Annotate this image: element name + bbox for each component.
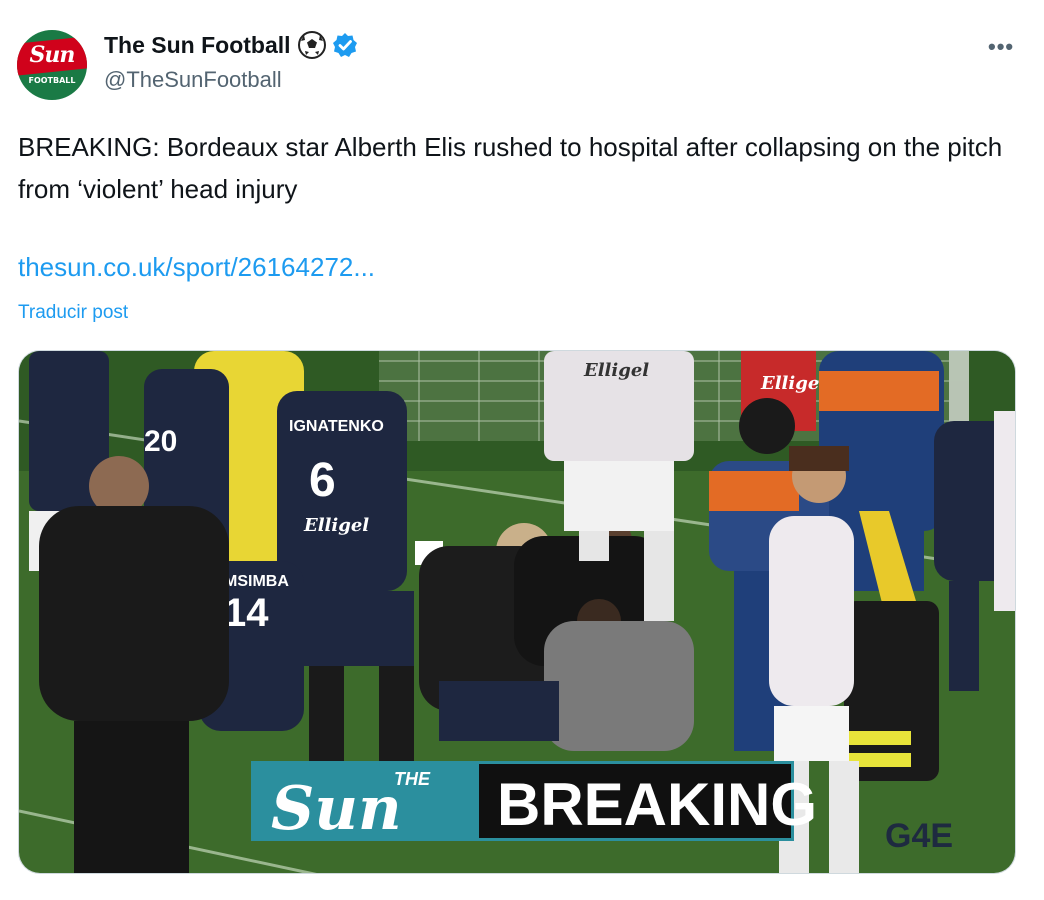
soccer-ball-icon bbox=[297, 31, 326, 59]
post-link[interactable]: thesun.co.uk/sport/26164272... bbox=[18, 252, 375, 283]
author-avatar[interactable]: Sun FOOTBALL bbox=[17, 30, 87, 100]
banner-breaking-text: BREAKING bbox=[497, 771, 817, 838]
author-handle[interactable]: @TheSunFootball bbox=[104, 67, 282, 93]
avatar-logo-text: Sun bbox=[29, 42, 76, 68]
player14-name: MSIMBA bbox=[224, 573, 289, 590]
red-player-sponsor: Elligel bbox=[760, 373, 826, 394]
media-scene: 20 IGNATENKO 6 Elligel MSIMBA 14 Elligel bbox=[19, 351, 1015, 873]
media-watermark: G4E bbox=[885, 817, 953, 855]
player6-number: 6 bbox=[309, 454, 336, 507]
verified-badge-icon bbox=[332, 33, 357, 57]
player6-name: IGNATENKO bbox=[289, 418, 384, 435]
sun-breaking-banner: THE Sun BREAKING bbox=[251, 761, 817, 844]
author-name-row: The Sun Football bbox=[104, 30, 358, 60]
translate-post-link[interactable]: Traducir post bbox=[18, 302, 128, 324]
more-options-icon[interactable]: ••• bbox=[988, 34, 1014, 60]
player14-number: 14 bbox=[224, 591, 269, 635]
author-display-name[interactable]: The Sun Football bbox=[104, 32, 291, 59]
banner-sun-text: Sun bbox=[271, 774, 402, 844]
avatar-sub-text: FOOTBALL bbox=[28, 76, 76, 85]
post-media-image[interactable]: 20 IGNATENKO 6 Elligel MSIMBA 14 Elligel bbox=[18, 350, 1016, 874]
player6-sponsor: Elligel bbox=[303, 515, 369, 536]
post-text: BREAKING: Bordeaux star Alberth Elis rus… bbox=[18, 132, 1003, 204]
player20-number: 20 bbox=[144, 425, 177, 458]
white-player-sponsor: Elligel bbox=[583, 360, 649, 381]
